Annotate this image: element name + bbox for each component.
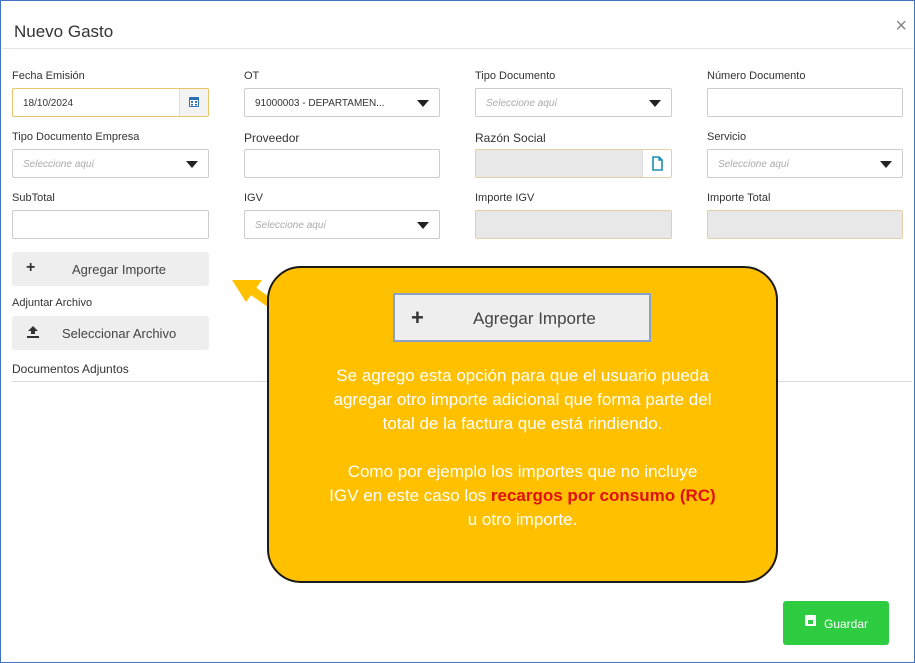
callout-line: total de la factura que está rindiendo. (382, 414, 663, 433)
servicio-select[interactable]: Seleccione aquí (707, 149, 903, 178)
agregar-importe-label: Agregar Importe (72, 262, 166, 277)
chevron-down-icon (417, 222, 429, 229)
importe-igv-label: Importe IGV (475, 192, 535, 204)
modal-header: Nuevo Gasto × (2, 2, 913, 49)
calendar-button[interactable] (179, 89, 208, 116)
razon-social-label: Razón Social (475, 131, 546, 145)
servicio-placeholder: Seleccione aquí (718, 159, 790, 170)
file-button[interactable] (642, 150, 671, 177)
igv-select[interactable]: Seleccione aquí (244, 210, 440, 239)
callout-line: u otro importe. (467, 510, 578, 529)
adjuntar-archivo-label: Adjuntar Archivo (12, 297, 93, 309)
ot-select[interactable]: 91000003 - DEPARTAMEN... (244, 88, 440, 117)
callout-annotation: + Agregar Importe Se agrego esta opción … (267, 266, 778, 583)
guardar-label: Guardar (824, 617, 869, 631)
guardar-button[interactable]: Guardar (783, 601, 889, 645)
callout-button-label: Agregar Importe (473, 309, 596, 328)
subtotal-input[interactable] (12, 210, 209, 239)
chevron-down-icon (186, 161, 198, 168)
save-icon (805, 615, 816, 626)
numero-documento-input[interactable] (707, 88, 903, 117)
agregar-importe-button[interactable]: + Agregar Importe (12, 252, 209, 286)
tipo-documento-empresa-select[interactable]: Seleccione aquí (12, 149, 209, 178)
proveedor-input[interactable] (244, 149, 440, 178)
callout-text: Se agrego esta opción para que el usuari… (277, 364, 768, 532)
file-icon (652, 156, 663, 171)
subtotal-label: SubTotal (12, 192, 55, 204)
servicio-label: Servicio (707, 131, 747, 143)
callout-highlight: recargos por consumo (RC) (490, 486, 716, 505)
modal-title: Nuevo Gasto (14, 22, 114, 41)
upload-icon (27, 326, 39, 338)
tipo-documento-select[interactable]: Seleccione aquí (475, 88, 672, 117)
tipo-documento-label: Tipo Documento (475, 70, 556, 82)
close-icon[interactable]: × (895, 16, 907, 36)
callout-line: Se agrego esta opción para que el usuari… (336, 366, 709, 385)
fecha-emision-label: Fecha Emisión (12, 70, 85, 82)
proveedor-label: Proveedor (244, 131, 300, 145)
callout-agregar-importe-button: + Agregar Importe (393, 293, 651, 342)
fecha-emision-value: 18/10/2024 (23, 98, 74, 109)
plus-icon: + (411, 305, 424, 330)
ot-label: OT (244, 70, 260, 82)
calendar-icon (189, 97, 199, 107)
numero-documento-label: Número Documento (707, 70, 806, 82)
igv-label: IGV (244, 192, 263, 204)
importe-total-label: Importe Total (707, 192, 771, 204)
chevron-down-icon (649, 100, 661, 107)
importe-total-input (707, 210, 903, 239)
fecha-emision-input[interactable]: 18/10/2024 (12, 88, 209, 117)
tipo-documento-placeholder: Seleccione aquí (486, 98, 558, 109)
seleccionar-archivo-label: Seleccionar Archivo (62, 326, 177, 341)
tipo-documento-empresa-label: Tipo Documento Empresa (12, 131, 140, 143)
chevron-down-icon (880, 161, 892, 168)
documentos-adjuntos-label: Documentos Adjuntos (12, 362, 129, 376)
callout-line: agregar otro importe adicional que forma… (333, 390, 712, 409)
ot-value: 91000003 - DEPARTAMEN... (255, 98, 385, 109)
chevron-down-icon (417, 100, 429, 107)
plus-icon: + (26, 259, 36, 276)
callout-line-pre: IGV en este caso los (329, 486, 491, 505)
importe-igv-input (475, 210, 672, 239)
callout-line: Como por ejemplo los importes que no inc… (347, 462, 698, 481)
razon-social-input (475, 149, 672, 178)
igv-placeholder: Seleccione aquí (255, 220, 327, 231)
tipo-documento-empresa-placeholder: Seleccione aquí (23, 159, 95, 170)
callout-line: IGV en este caso los recargos por consum… (277, 484, 768, 508)
seleccionar-archivo-button[interactable]: Seleccionar Archivo (12, 316, 209, 350)
